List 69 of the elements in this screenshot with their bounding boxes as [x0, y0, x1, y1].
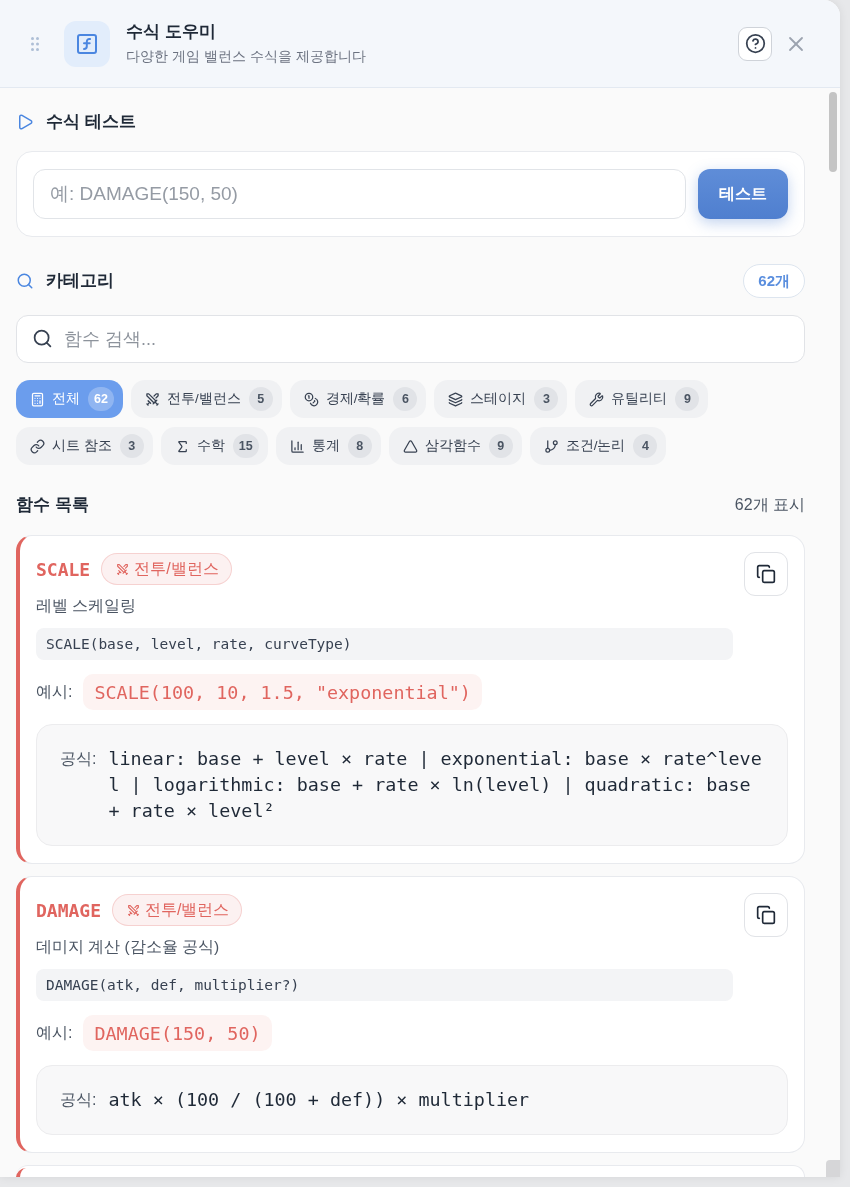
swords-icon — [144, 391, 160, 407]
window-subtitle: 다양한 게임 밸런스 수식을 제공합니다 — [126, 47, 367, 66]
wrench-icon — [589, 391, 605, 407]
example-code: SCALE(100, 10, 1.5, "exponential") — [83, 674, 482, 710]
formula-label: 공식: — [60, 1090, 97, 1110]
function-name: SCALE — [36, 558, 91, 580]
category-chip[interactable]: 삼각함수 9 — [388, 427, 522, 465]
chip-count: 15 — [232, 434, 259, 458]
test-button[interactable]: 테스트 — [698, 169, 788, 219]
chip-count: 9 — [675, 387, 700, 411]
category-chip[interactable]: 전투/밸런스 5 — [130, 380, 282, 418]
chip-count: 6 — [393, 387, 418, 411]
example-label: 예시: — [36, 1023, 73, 1043]
section-title: 수식 테스트 — [46, 111, 136, 133]
formula-text: atk × (100 / (100 + def)) × multiplier — [108, 1088, 531, 1112]
tag-label: 전투/밸런스 — [145, 899, 230, 920]
chip-count: 62 — [88, 387, 114, 411]
function-description: 데미지 계산 (감소율 공식) — [36, 937, 221, 957]
play-icon — [16, 113, 34, 131]
help-icon — [744, 33, 766, 54]
section-title: 카테고리 — [46, 270, 114, 292]
scrollbar-thumb[interactable] — [829, 92, 837, 172]
help-button[interactable] — [738, 26, 772, 61]
triangle-icon — [402, 438, 418, 454]
function-icon — [64, 20, 110, 67]
layers-icon — [448, 391, 464, 407]
chip-count: 4 — [633, 434, 658, 458]
copy-icon — [756, 564, 776, 584]
link-icon — [30, 438, 45, 454]
total-count: 62개 — [743, 264, 805, 298]
function-name: DAMAGE — [36, 899, 102, 921]
branch-icon — [543, 438, 559, 454]
category-chip[interactable]: 경제/확률 6 — [289, 380, 427, 418]
chip-count: 3 — [119, 434, 144, 458]
copy-button[interactable] — [744, 893, 788, 937]
category-chip[interactable]: 통계 8 — [275, 427, 381, 465]
category-chip[interactable]: 시트 참조 3 — [16, 427, 153, 465]
category-chip[interactable]: 조건/논리 4 — [529, 427, 667, 465]
swords-icon — [127, 903, 141, 917]
syntax-code: DAMAGE(atk, def, multiplier?) — [36, 969, 733, 1001]
chip-count: 5 — [248, 387, 273, 411]
copy-button[interactable] — [744, 552, 788, 596]
drag-handle-icon[interactable] — [31, 36, 39, 51]
bar-chart-icon — [289, 438, 305, 454]
syntax-code: SCALE(base, level, rate, curveType) — [36, 628, 733, 660]
chip-count: 3 — [534, 387, 559, 411]
category-chip[interactable]: 스테이지 3 — [434, 380, 568, 418]
search-field[interactable]: 함수 검색... — [16, 315, 805, 363]
search-icon — [16, 272, 34, 290]
calculator-icon — [30, 391, 45, 407]
search-icon — [32, 328, 53, 349]
category-chip[interactable]: 수학 15 — [160, 427, 268, 465]
list-title: 함수 목록 — [16, 494, 89, 516]
function-description: 레벨 스케일링 — [36, 596, 138, 616]
tag-label: 전투/밸런스 — [134, 558, 219, 579]
list-count: 62개 표시 — [734, 494, 805, 515]
coins-icon — [303, 391, 319, 407]
window-title: 수식 도우미 — [126, 21, 217, 42]
copy-icon — [756, 905, 776, 925]
formula-label: 공식: — [60, 749, 97, 769]
chip-count: 9 — [488, 434, 513, 458]
category-chip[interactable]: 유틸리티 9 — [575, 380, 709, 418]
example-code: DAMAGE(150, 50) — [83, 1015, 272, 1051]
formula-text: linear: base + level × rate | exponential: base × rate^level | logarithmic: base + rate × ln(level) | quadratic: base + rate × level² — [108, 747, 763, 823]
example-label: 예시: — [36, 682, 73, 702]
scrollbar-corner — [826, 1160, 840, 1177]
swords-icon — [116, 562, 130, 576]
chip-count: 8 — [347, 434, 372, 458]
formula-input[interactable]: 예: DAMAGE(150, 50) — [33, 169, 686, 219]
